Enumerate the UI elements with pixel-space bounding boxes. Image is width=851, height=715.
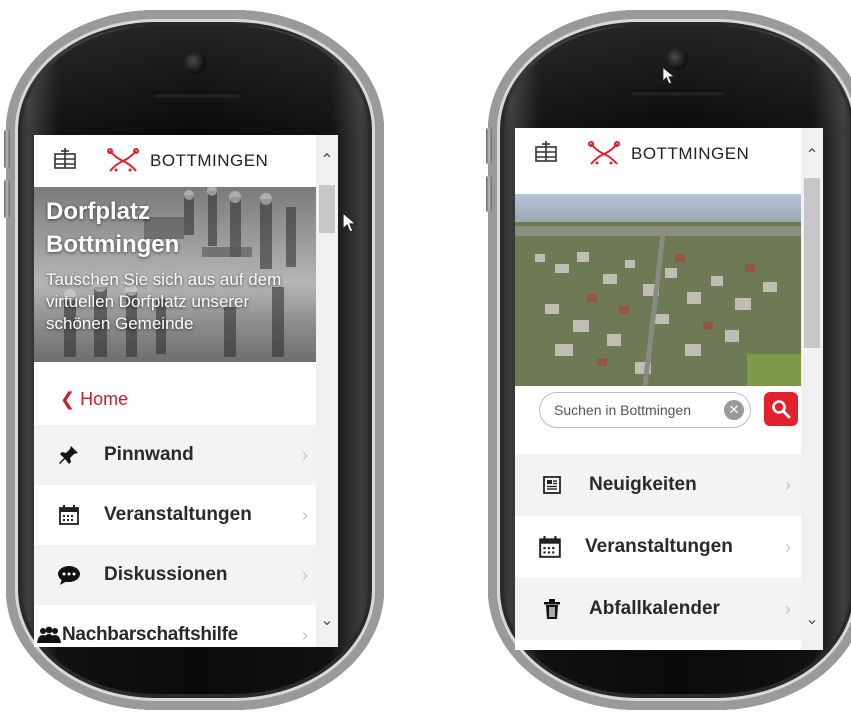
hero-subtitle: Tauschen Sie sich aus auf dem virtuellen… xyxy=(46,270,282,333)
people-icon xyxy=(36,622,62,647)
scroll-down-icon[interactable]: ⌄ xyxy=(316,611,338,631)
chevron-right-icon: › xyxy=(302,504,308,525)
front-camera xyxy=(184,52,206,74)
menu-item-label: Nachbarschaftshilfe xyxy=(62,624,238,645)
aerial-town-photo xyxy=(515,194,801,386)
volume-up-button xyxy=(4,130,10,168)
pushpin-icon xyxy=(56,442,82,468)
chevron-right-icon: › xyxy=(302,624,308,645)
mouse-cursor-icon xyxy=(662,66,676,85)
calendar-icon xyxy=(537,534,563,560)
hero-title: Dorfplatz Bottmingen xyxy=(46,198,180,258)
menu-item-abfallkalender[interactable]: Abfallkalender › xyxy=(515,578,801,640)
menu-item-veranstaltungen[interactable]: Veranstaltungen › xyxy=(515,516,801,578)
menu-item-pinnwand[interactable]: Pinnwand › xyxy=(34,425,316,485)
brand-name: BOTTMINGEN xyxy=(150,151,269,170)
back-home-link[interactable]: ❮ Home xyxy=(60,389,128,410)
menu-item-label: Veranstaltungen xyxy=(104,504,252,525)
layers-menu-icon[interactable] xyxy=(533,139,559,170)
speech-bubble-icon xyxy=(56,562,82,588)
menu-item-nachbarschaftshilfe[interactable]: Nachbarschaftshilfe › xyxy=(34,605,316,647)
menu-item-label: Abfallkalender xyxy=(589,598,720,619)
scroll-thumb[interactable] xyxy=(319,185,335,233)
scrollbar[interactable]: ⌃ ⌄ xyxy=(801,128,823,650)
chevron-right-icon: › xyxy=(785,598,791,619)
volume-down-button xyxy=(486,176,492,212)
screen-left: BOTTMINGEN Dorfplatz Bottmingen Tauschen … xyxy=(34,135,338,647)
clear-search-icon[interactable]: ✕ xyxy=(724,400,744,420)
chevron-right-icon: › xyxy=(302,444,308,465)
top-bar: BOTTMINGEN xyxy=(515,128,801,180)
brand-name: BOTTMINGEN xyxy=(631,144,750,163)
phone-frame-left: BOTTMINGEN Dorfplatz Bottmingen Tauschen … xyxy=(4,10,384,710)
calendar-icon xyxy=(56,502,82,528)
phone-frame-right: BOTTMINGEN Suchen in Bottmingen ✕ Neuigk… xyxy=(486,10,851,710)
menu-item-label: Pinnwand xyxy=(104,444,194,465)
trash-icon xyxy=(539,596,565,622)
mouse-cursor-icon xyxy=(342,212,358,233)
back-home-label: Home xyxy=(80,389,129,409)
top-bar: BOTTMINGEN xyxy=(34,135,316,187)
menu-item-label: Neuigkeiten xyxy=(589,474,697,495)
scroll-up-icon[interactable]: ⌃ xyxy=(316,151,338,171)
menu-item-label: Diskussionen xyxy=(104,564,228,585)
scroll-thumb[interactable] xyxy=(804,178,820,348)
volume-up-button xyxy=(486,128,492,164)
newspaper-icon xyxy=(539,472,565,498)
menu-item-label: Veranstaltungen xyxy=(585,536,733,557)
hero-banner: Dorfplatz Bottmingen Tauschen Sie sich au… xyxy=(34,187,316,362)
chevron-right-icon: › xyxy=(302,564,308,585)
volume-down-button xyxy=(4,180,10,218)
chevron-right-icon: › xyxy=(785,474,791,495)
speaker-grille xyxy=(630,90,726,96)
hero-aerial-photo xyxy=(515,194,801,386)
menu-item-veranstaltungen[interactable]: Veranstaltungen › xyxy=(34,485,316,545)
search-icon xyxy=(772,400,791,419)
brand-logo[interactable]: BOTTMINGEN xyxy=(587,141,749,167)
speaker-grille xyxy=(152,92,242,98)
chevron-left-icon: ❮ xyxy=(60,389,76,409)
search-button[interactable] xyxy=(764,392,798,426)
scroll-up-icon[interactable]: ⌃ xyxy=(801,146,823,166)
menu-item-neuigkeiten[interactable]: Neuigkeiten › xyxy=(515,454,801,516)
screen-right: BOTTMINGEN Suchen in Bottmingen ✕ Neuigk… xyxy=(515,128,823,650)
brand-logo[interactable]: BOTTMINGEN xyxy=(106,148,268,174)
scrollbar[interactable]: ⌃ ⌄ xyxy=(316,135,338,647)
menu-item-diskussionen[interactable]: Diskussionen › xyxy=(34,545,316,605)
bottmingen-crest-icon xyxy=(588,141,620,165)
bottmingen-crest-icon xyxy=(107,148,139,172)
scroll-down-icon[interactable]: ⌄ xyxy=(801,610,823,630)
search-field[interactable]: ✕ xyxy=(539,392,751,428)
chevron-right-icon: › xyxy=(785,536,791,557)
layers-menu-icon[interactable] xyxy=(52,146,78,177)
search-input[interactable] xyxy=(552,401,716,419)
